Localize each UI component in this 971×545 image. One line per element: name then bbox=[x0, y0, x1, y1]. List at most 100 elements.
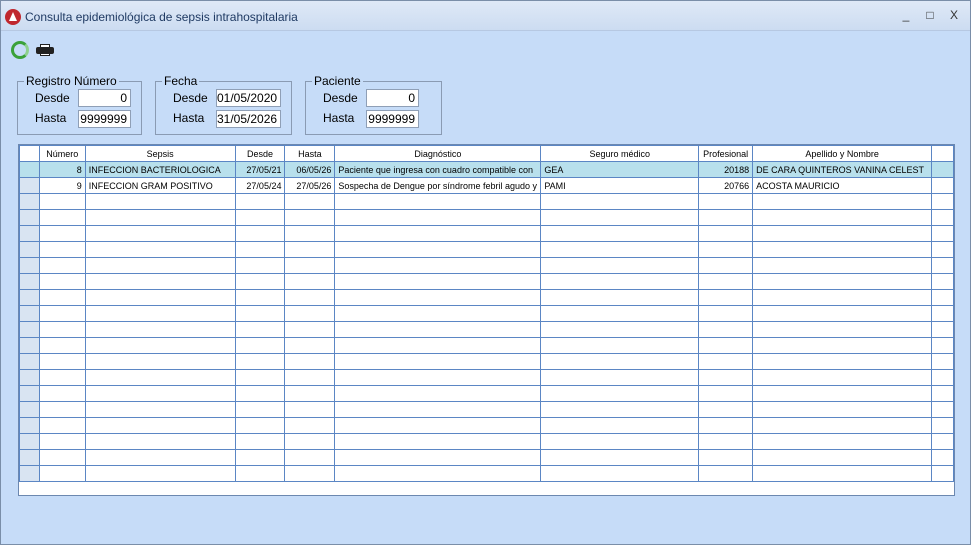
minimize-button[interactable]: _ bbox=[897, 7, 915, 23]
cell-profesional[interactable] bbox=[698, 305, 754, 322]
cell-profesional[interactable] bbox=[698, 433, 754, 450]
cell-desde[interactable] bbox=[234, 465, 286, 482]
cell-desde[interactable] bbox=[234, 241, 286, 258]
empty-table-row[interactable] bbox=[19, 193, 954, 210]
cell-numero[interactable] bbox=[38, 353, 86, 370]
cell-desde[interactable] bbox=[234, 369, 286, 386]
cell-diagnostico[interactable] bbox=[334, 433, 542, 450]
cell-seguro-medico[interactable] bbox=[540, 289, 700, 306]
cell-apellido-nombre[interactable] bbox=[752, 289, 933, 306]
cell-numero[interactable] bbox=[38, 273, 86, 290]
cell-hasta[interactable] bbox=[284, 465, 336, 482]
refresh-icon[interactable] bbox=[11, 41, 29, 59]
cell-apellido-nombre[interactable]: ACOSTA MAURICIO bbox=[752, 177, 933, 194]
row-indicator[interactable] bbox=[19, 449, 40, 466]
results-grid[interactable]: Número Sepsis Desde Hasta Diagnóstico Se… bbox=[18, 144, 955, 496]
cell-profesional[interactable] bbox=[698, 257, 754, 274]
cell-diagnostico[interactable] bbox=[334, 353, 542, 370]
row-indicator[interactable] bbox=[19, 273, 40, 290]
cell-numero[interactable] bbox=[38, 337, 86, 354]
cell-seguro-medico[interactable] bbox=[540, 369, 700, 386]
row-indicator[interactable] bbox=[19, 161, 40, 178]
cell-sepsis[interactable] bbox=[84, 353, 236, 370]
cell-diagnostico[interactable] bbox=[334, 289, 542, 306]
close-button[interactable]: X bbox=[945, 7, 963, 23]
cell-hasta[interactable] bbox=[284, 337, 336, 354]
cell-seguro-medico[interactable] bbox=[540, 353, 700, 370]
row-indicator[interactable] bbox=[19, 417, 40, 434]
cell-profesional[interactable]: 20766 bbox=[698, 177, 754, 194]
cell-seguro-medico[interactable] bbox=[540, 385, 700, 402]
cell-apellido-nombre[interactable] bbox=[752, 337, 933, 354]
cell-hasta[interactable] bbox=[284, 209, 336, 226]
row-indicator[interactable] bbox=[19, 385, 40, 402]
cell-diagnostico[interactable]: Paciente que ingresa con cuadro compatib… bbox=[334, 161, 542, 178]
cell-desde[interactable]: 27/05/24 bbox=[234, 177, 286, 194]
cell-diagnostico[interactable]: Sospecha de Dengue por síndrome febril a… bbox=[334, 177, 542, 194]
cell-apellido-nombre[interactable] bbox=[752, 449, 933, 466]
row-indicator[interactable] bbox=[19, 225, 40, 242]
cell-diagnostico[interactable] bbox=[334, 257, 542, 274]
empty-table-row[interactable] bbox=[19, 209, 954, 226]
cell-profesional[interactable] bbox=[698, 401, 754, 418]
cell-profesional[interactable] bbox=[698, 465, 754, 482]
empty-table-row[interactable] bbox=[19, 289, 954, 306]
printer-icon[interactable] bbox=[36, 44, 54, 56]
cell-seguro-medico[interactable]: GEA bbox=[540, 161, 700, 178]
cell-diagnostico[interactable] bbox=[334, 417, 542, 434]
cell-sepsis[interactable]: INFECCION GRAM POSITIVO bbox=[84, 177, 236, 194]
row-indicator[interactable] bbox=[19, 209, 40, 226]
cell-profesional[interactable] bbox=[698, 289, 754, 306]
cell-diagnostico[interactable] bbox=[334, 369, 542, 386]
column-header-seguro-medico[interactable]: Seguro médico bbox=[540, 145, 700, 162]
empty-table-row[interactable] bbox=[19, 433, 954, 450]
cell-profesional[interactable] bbox=[698, 417, 754, 434]
cell-profesional[interactable] bbox=[698, 369, 754, 386]
cell-profesional[interactable] bbox=[698, 449, 754, 466]
cell-sepsis[interactable] bbox=[84, 273, 236, 290]
cell-desde[interactable] bbox=[234, 401, 286, 418]
cell-diagnostico[interactable] bbox=[334, 337, 542, 354]
cell-seguro-medico[interactable] bbox=[540, 225, 700, 242]
column-header-apellido-nombre[interactable]: Apellido y Nombre bbox=[752, 145, 933, 162]
row-indicator[interactable] bbox=[19, 257, 40, 274]
empty-table-row[interactable] bbox=[19, 321, 954, 338]
cell-numero[interactable] bbox=[38, 465, 86, 482]
cell-hasta[interactable]: 27/05/26 bbox=[284, 177, 336, 194]
cell-sepsis[interactable]: INFECCION BACTERIOLOGICA bbox=[84, 161, 236, 178]
empty-table-row[interactable] bbox=[19, 449, 954, 466]
cell-sepsis[interactable] bbox=[84, 369, 236, 386]
cell-numero[interactable] bbox=[38, 209, 86, 226]
cell-seguro-medico[interactable] bbox=[540, 465, 700, 482]
cell-diagnostico[interactable] bbox=[334, 225, 542, 242]
cell-sepsis[interactable] bbox=[84, 209, 236, 226]
cell-sepsis[interactable] bbox=[84, 385, 236, 402]
paciente-desde-field[interactable]: 0 bbox=[366, 89, 419, 107]
fecha-hasta-field[interactable]: 31/05/2026 bbox=[216, 110, 281, 128]
cell-sepsis[interactable] bbox=[84, 241, 236, 258]
cell-profesional[interactable] bbox=[698, 225, 754, 242]
cell-profesional[interactable]: 20188 bbox=[698, 161, 754, 178]
cell-desde[interactable] bbox=[234, 225, 286, 242]
empty-table-row[interactable] bbox=[19, 417, 954, 434]
table-row[interactable]: 9 INFECCION GRAM POSITIVO 27/05/24 27/05/26… bbox=[19, 177, 954, 194]
cell-desde[interactable] bbox=[234, 273, 286, 290]
cell-apellido-nombre[interactable] bbox=[752, 417, 933, 434]
cell-hasta[interactable] bbox=[284, 289, 336, 306]
cell-numero[interactable] bbox=[38, 449, 86, 466]
cell-sepsis[interactable] bbox=[84, 193, 236, 210]
cell-seguro-medico[interactable] bbox=[540, 433, 700, 450]
cell-sepsis[interactable] bbox=[84, 225, 236, 242]
cell-sepsis[interactable] bbox=[84, 337, 236, 354]
row-indicator[interactable] bbox=[19, 305, 40, 322]
cell-diagnostico[interactable] bbox=[334, 321, 542, 338]
cell-desde[interactable] bbox=[234, 289, 286, 306]
cell-hasta[interactable] bbox=[284, 417, 336, 434]
cell-diagnostico[interactable] bbox=[334, 305, 542, 322]
cell-diagnostico[interactable] bbox=[334, 273, 542, 290]
cell-apellido-nombre[interactable] bbox=[752, 401, 933, 418]
row-indicator[interactable] bbox=[19, 321, 40, 338]
cell-sepsis[interactable] bbox=[84, 417, 236, 434]
cell-sepsis[interactable] bbox=[84, 401, 236, 418]
cell-hasta[interactable] bbox=[284, 273, 336, 290]
